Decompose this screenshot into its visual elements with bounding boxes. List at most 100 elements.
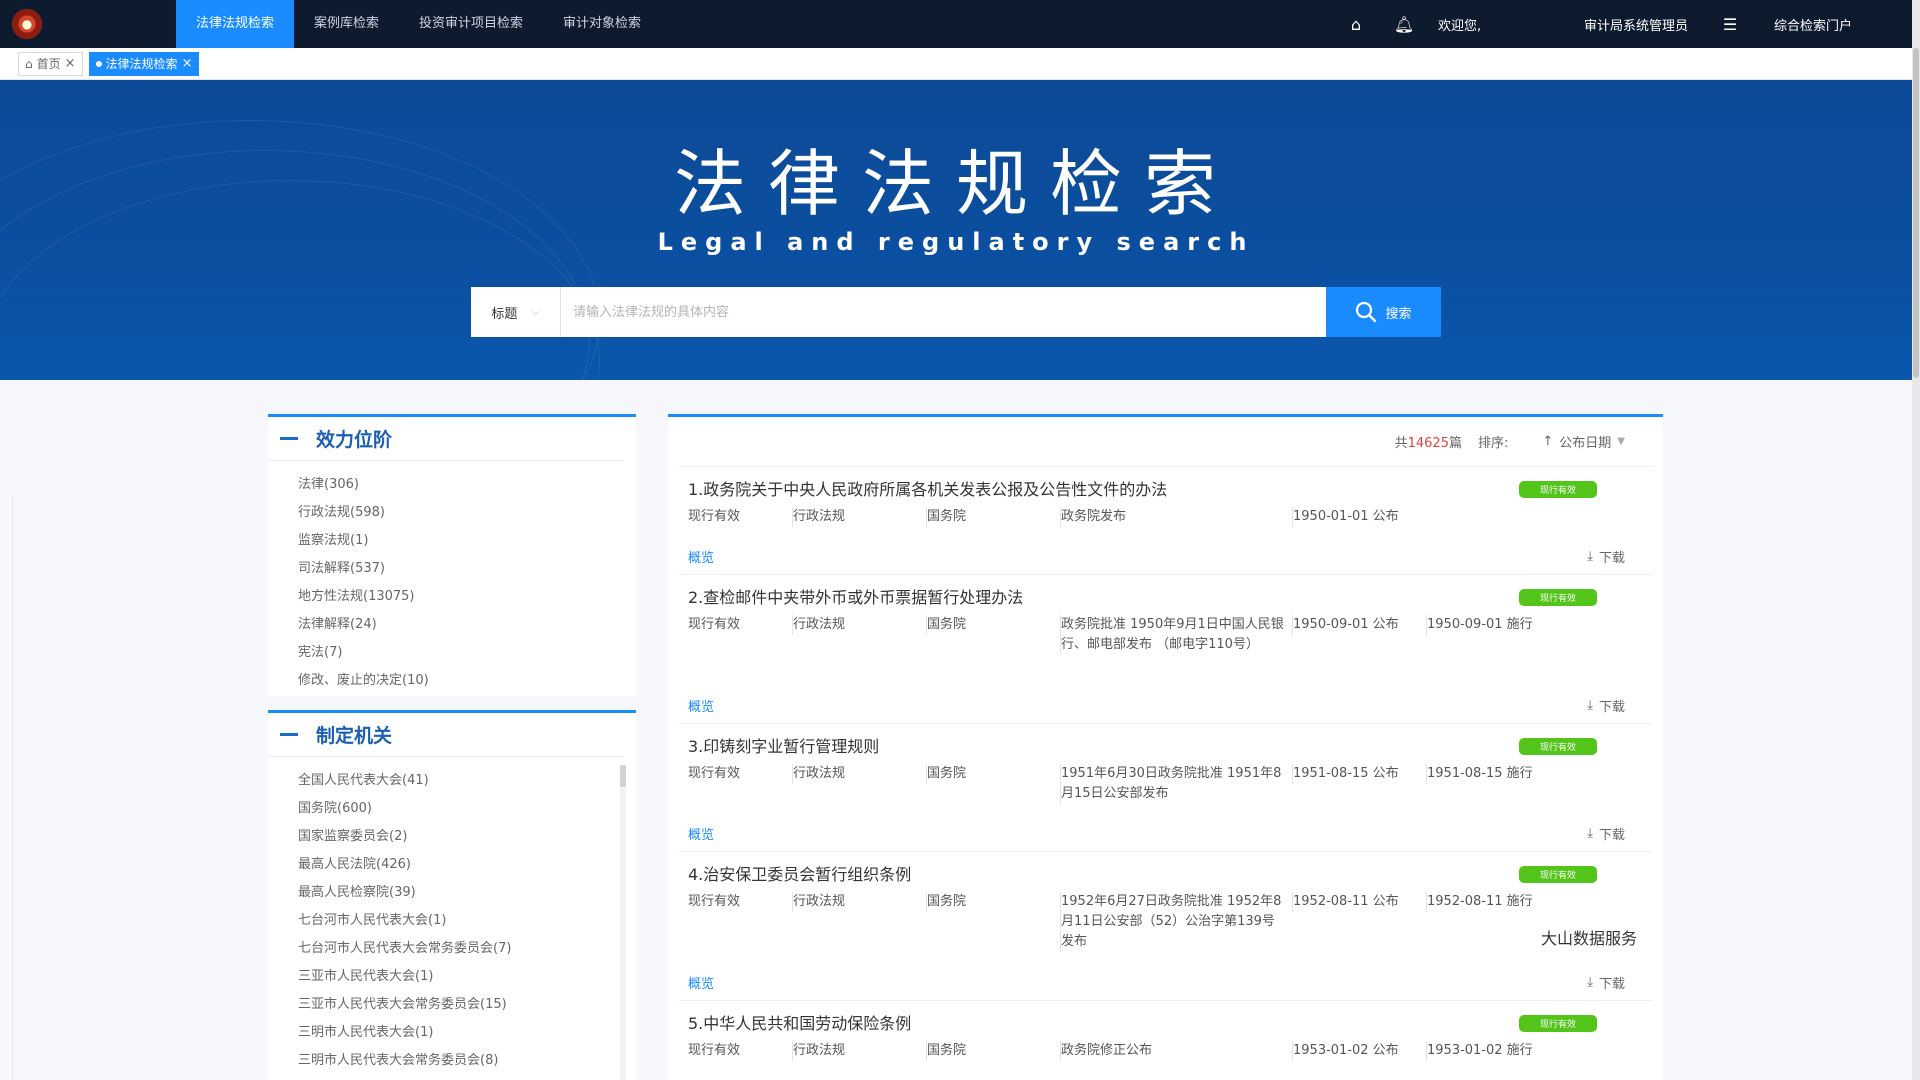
emblem-logo: ● xyxy=(12,9,42,39)
download-label: 下载 xyxy=(1598,977,1625,992)
tag-home-label: 首页 xyxy=(36,56,61,71)
search-button[interactable]: 搜索 xyxy=(1326,287,1441,337)
filter-item[interactable]: 七台河市人民代表大会常务委员会(7) xyxy=(298,935,636,963)
tag-current-label: 法律法规检索 xyxy=(105,56,178,71)
meta-status: 现行有效 xyxy=(688,766,741,781)
meta-status: 现行有效 xyxy=(688,617,741,632)
filter-item[interactable]: 行政法规(598) xyxy=(298,499,636,527)
meta-note: 1952年6月27日政务院批准 1952年8月11日公安部（52）公治字第139… xyxy=(1060,892,1284,952)
portal-link[interactable]: 综合检索门户 xyxy=(1754,15,1912,34)
meta-status: 现行有效 xyxy=(688,509,741,524)
nav-tab-investment[interactable]: 投资审计项目检索 xyxy=(399,0,543,48)
filter-item[interactable]: 法律解释(24) xyxy=(298,611,636,639)
meta-org: 国务院 xyxy=(926,507,1052,527)
download-button[interactable]: ⤓ 下载 xyxy=(1587,973,1625,992)
status-badge: 现行有效 xyxy=(1519,481,1597,498)
filter-item[interactable]: 地方性法规(13075) xyxy=(298,583,636,611)
search-input[interactable] xyxy=(561,287,1326,337)
download-label: 下载 xyxy=(1598,551,1625,566)
download-icon: ⤓ xyxy=(1587,698,1593,713)
tag-current[interactable]: 法律法规检索 × xyxy=(88,51,200,76)
filter-item[interactable]: 三亚市人民代表大会常务委员会(15) xyxy=(298,991,636,1019)
filter-item[interactable]: 修改、废止的决定(10) xyxy=(298,667,636,695)
filter-item[interactable]: 全国人民代表大会(41) xyxy=(298,767,636,795)
bell-icon[interactable]: 🔔︎ xyxy=(1380,15,1428,34)
nav-tab-audit-object[interactable]: 审计对象检索 xyxy=(543,0,661,48)
filter-panel-level: 效力位阶 法律(306) 行政法规(598) 监察法规(1) 司法解释(537)… xyxy=(268,414,636,696)
filter-item[interactable]: 最高人民检察院(39) xyxy=(298,879,636,907)
status-badge: 现行有效 xyxy=(1519,738,1597,755)
chevron-down-icon: ⌵ xyxy=(531,305,540,318)
meta-effective: 1950-09-01 施行 xyxy=(1426,615,1554,635)
result-item: 1.政务院关于中央人民政府所属各机关发表公报及公告性文件的办法 现行有效 现行有… xyxy=(678,467,1653,575)
close-icon[interactable]: × xyxy=(65,53,76,75)
page-scrollbar-thumb[interactable] xyxy=(1913,48,1919,378)
tag-home-icon: ⌂ xyxy=(25,56,33,71)
panel-title: 效力位阶 xyxy=(316,429,393,451)
caret-down-icon: ▼ xyxy=(1617,436,1625,447)
arrow-up-icon: ↑ xyxy=(1542,434,1554,449)
banner-title: 法律法规检索 xyxy=(673,142,1238,226)
panel-title: 制定机关 xyxy=(316,725,393,747)
meta-status: 现行有效 xyxy=(688,894,741,909)
main-nav: 法律法规检索 案例库检索 投资审计项目检索 审计对象检索 xyxy=(176,0,661,48)
hero-banner: 法律法规检索 Legal and regulatory search 标题 ⌵ … xyxy=(0,80,1912,380)
menu-list-icon[interactable]: ☰ xyxy=(1706,15,1754,34)
filter-panel-org: 制定机关 全国人民代表大会(41) 国务院(600) 国家监察委员会(2) 最高… xyxy=(268,710,636,1080)
collapse-dash-icon xyxy=(280,437,298,440)
filter-item[interactable]: 司法解释(537) xyxy=(298,555,636,583)
overview-link[interactable]: 概览 xyxy=(688,824,714,843)
filter-item[interactable]: 国家监察委员会(2) xyxy=(298,823,636,851)
download-label: 下载 xyxy=(1598,828,1625,843)
close-icon[interactable]: × xyxy=(182,53,193,75)
count-number: 14625 xyxy=(1407,436,1449,451)
panel-header[interactable]: 制定机关 xyxy=(268,713,624,757)
search-bar: 标题 ⌵ 搜索 xyxy=(471,287,1441,337)
result-title[interactable]: 5.中华人民共和国劳动保险条例 xyxy=(688,1011,1653,1037)
nav-tab-cases[interactable]: 案例库检索 xyxy=(294,0,399,48)
filter-item[interactable]: 国务院(600) xyxy=(298,795,636,823)
meta-note: 政务院修正公布 xyxy=(1060,1041,1284,1061)
filter-item[interactable]: 法律(306) xyxy=(298,471,636,499)
filter-item[interactable]: 宪法(7) xyxy=(298,639,636,667)
user-name[interactable]: 审计局系统管理员 xyxy=(1566,15,1706,34)
result-title[interactable]: 2.查检邮件中夹带外币或外币票据暂行处理办法 xyxy=(688,585,1653,611)
count-suffix: 篇 xyxy=(1448,436,1462,451)
filter-item[interactable]: 七台河市人民代表大会(1) xyxy=(298,907,636,935)
download-button[interactable]: ⤓ 下载 xyxy=(1587,824,1625,843)
page-scrollbar[interactable] xyxy=(1912,0,1920,1080)
overview-link[interactable]: 概览 xyxy=(688,696,714,715)
panel-header[interactable]: 效力位阶 xyxy=(268,417,624,461)
filter-item[interactable]: 三明市人民代表大会(1) xyxy=(298,1019,636,1047)
meta-note: 1951年6月30日政务院批准 1951年8月15日公安部发布 xyxy=(1060,764,1284,804)
search-field-select[interactable]: 标题 ⌵ xyxy=(471,287,561,337)
filter-item[interactable]: 监察法规(1) xyxy=(298,527,636,555)
status-badge: 现行有效 xyxy=(1519,1015,1597,1032)
panel-scrollbar[interactable] xyxy=(620,765,626,1080)
status-badge: 现行有效 xyxy=(1519,866,1597,883)
home-icon[interactable]: ⌂ xyxy=(1332,15,1380,34)
filter-item[interactable]: 三明市人民代表大会常务委员会(8) xyxy=(298,1047,636,1075)
watermark-text: 大山数据服务 xyxy=(1540,929,1637,948)
download-button[interactable]: ⤓ 下载 xyxy=(1587,547,1625,566)
overview-link[interactable]: 概览 xyxy=(688,973,714,992)
meta-org: 国务院 xyxy=(926,1041,1052,1061)
panel-scrollbar-thumb[interactable] xyxy=(620,765,626,787)
download-label: 下载 xyxy=(1598,700,1625,715)
tag-home[interactable]: ⌂ 首页 × xyxy=(18,51,83,76)
tab-tags-bar: ⌂ 首页 × 法律法规检索 × xyxy=(0,48,1912,80)
filter-item[interactable]: 最高人民法院(426) xyxy=(298,851,636,879)
filter-item[interactable]: 三亚市人民代表大会(1) xyxy=(298,963,636,991)
nav-tab-legal[interactable]: 法律法规检索 xyxy=(176,0,295,48)
overview-link[interactable]: 概览 xyxy=(688,547,714,566)
meta-level: 行政法规 xyxy=(792,1041,920,1061)
results-panel: 共14625篇 排序: ↑ 公布日期 ▼ 1.政务院关于中央人民政府所属各机关发… xyxy=(668,414,1663,1080)
sort-select[interactable]: ↑ 公布日期 ▼ xyxy=(1542,432,1625,451)
topbar-right: ⌂ 🔔︎ 欢迎您, 审计局系统管理员 ☰ 综合检索门户 xyxy=(1332,0,1912,48)
result-title[interactable]: 4.治安保卫委员会暂行组织条例 xyxy=(688,862,1653,888)
download-button[interactable]: ⤓ 下载 xyxy=(1587,696,1625,715)
result-title[interactable]: 3.印铸刻字业暂行管理规则 xyxy=(688,734,1653,760)
sort-value: 公布日期 xyxy=(1559,436,1612,451)
results-header: 共14625篇 排序: ↑ 公布日期 ▼ xyxy=(678,417,1653,467)
result-title[interactable]: 1.政务院关于中央人民政府所属各机关发表公报及公告性文件的办法 xyxy=(688,477,1653,503)
